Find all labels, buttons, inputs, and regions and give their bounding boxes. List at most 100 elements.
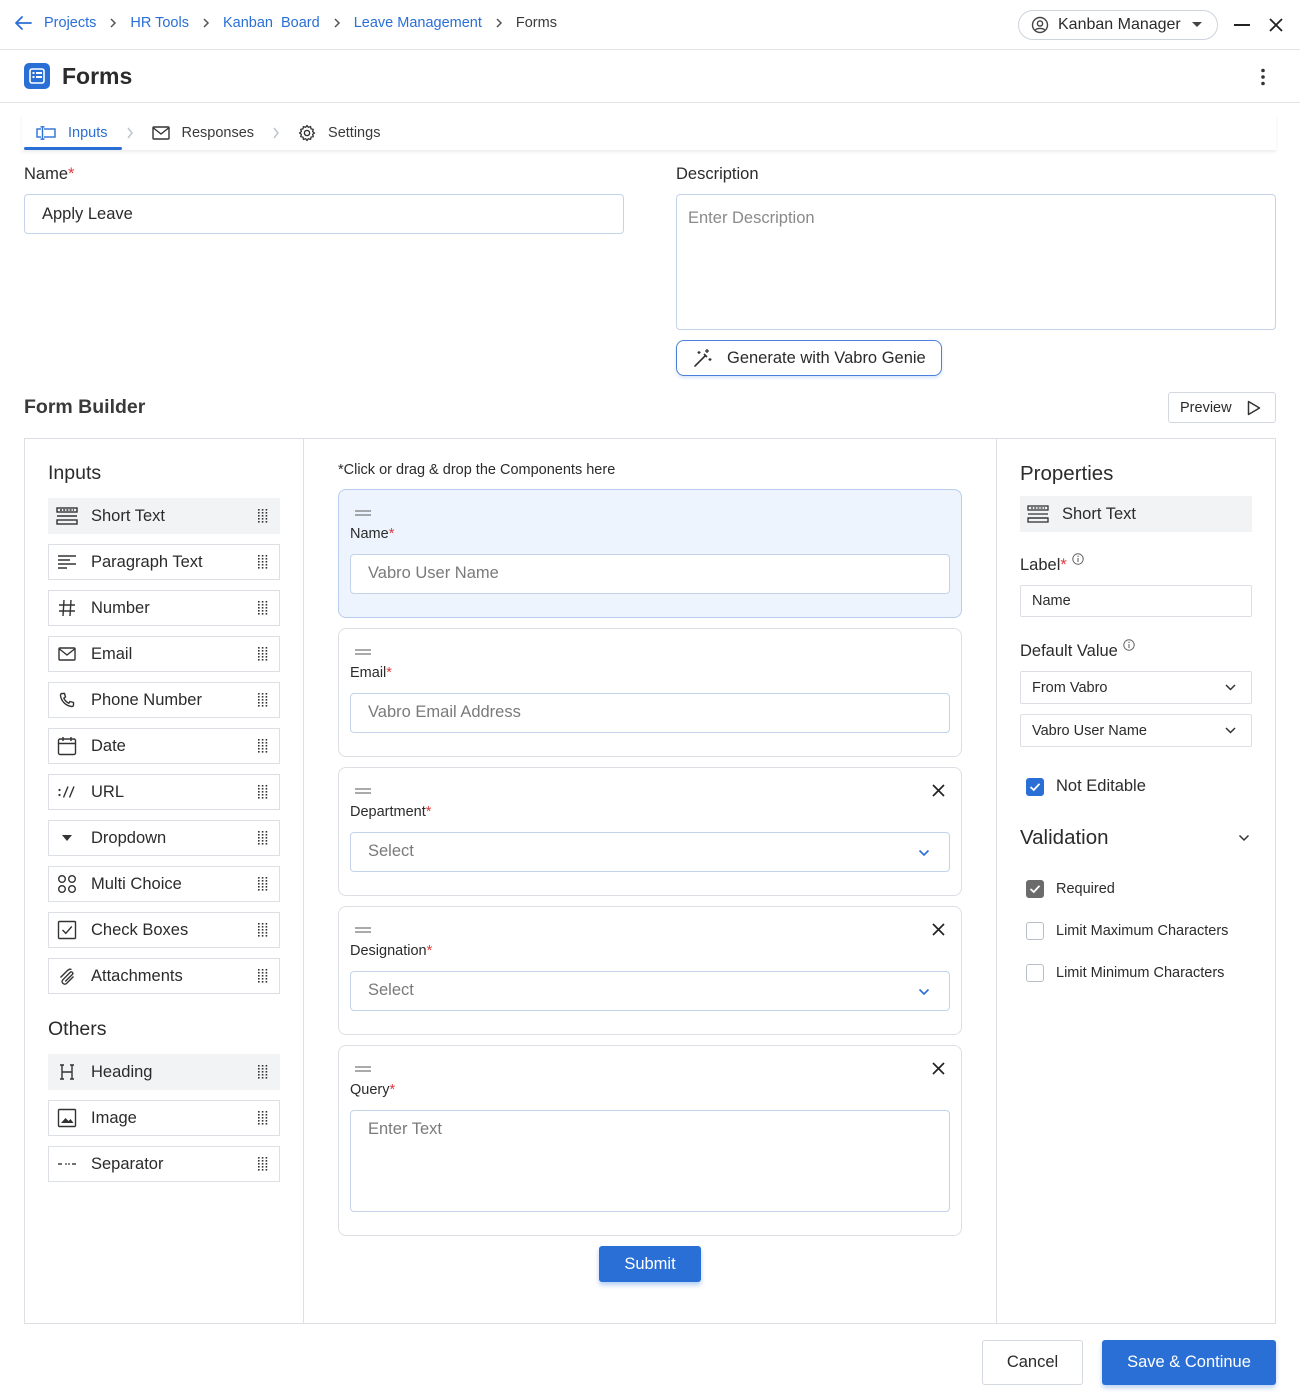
component-separator[interactable]: Separator — [48, 1146, 280, 1182]
required-checkbox[interactable]: Required — [1026, 880, 1115, 898]
field-card-query[interactable]: Query* Enter Text — [338, 1045, 962, 1236]
drag-handle-icon[interactable] — [355, 649, 371, 655]
drag-grip-icon[interactable] — [258, 1065, 268, 1079]
info-icon[interactable] — [1123, 639, 1135, 651]
magic-wand-icon — [693, 348, 713, 368]
component-image[interactable]: Image — [48, 1100, 280, 1136]
save-continue-button[interactable]: Save & Continue — [1102, 1340, 1276, 1385]
component-label: Date — [91, 736, 126, 755]
default-source-select[interactable]: From Vabro — [1020, 671, 1252, 704]
tab-settings[interactable]: Settings — [284, 115, 394, 150]
limit-max-checkbox[interactable]: Limit Maximum Characters — [1026, 922, 1228, 940]
field-input[interactable]: Vabro User Name — [350, 554, 950, 594]
field-card-department[interactable]: Department* Select — [338, 767, 962, 896]
breadcrumb-leave-management[interactable]: Leave Management — [354, 15, 482, 31]
component-number[interactable]: Number — [48, 590, 280, 626]
component-label: Paragraph Text — [91, 552, 203, 571]
back-arrow-icon[interactable] — [14, 15, 32, 31]
component-short-text[interactable]: Short Text — [48, 498, 280, 534]
drag-grip-icon[interactable] — [258, 969, 268, 983]
required-label: Required — [1056, 881, 1115, 897]
component-paragraph-text[interactable]: Paragraph Text — [48, 544, 280, 580]
field-textarea[interactable]: Enter Text — [350, 1110, 950, 1212]
component-label: Number — [91, 598, 150, 617]
component-multi-choice[interactable]: Multi Choice — [48, 866, 280, 902]
user-circle-icon — [1031, 16, 1049, 34]
field-select[interactable]: Select — [350, 832, 950, 872]
selected-component-label: Short Text — [1062, 504, 1136, 523]
chevron-down-icon[interactable] — [1238, 834, 1250, 842]
drag-handle-icon[interactable] — [355, 788, 371, 794]
user-menu[interactable]: Kanban Manager — [1018, 10, 1218, 40]
remove-field-icon[interactable] — [932, 784, 945, 797]
drag-handle-icon[interactable] — [355, 927, 371, 933]
component-label: Email — [91, 644, 133, 663]
inputs-heading: Inputs — [48, 462, 102, 484]
drag-grip-icon[interactable] — [258, 647, 268, 661]
breadcrumb-kanban-board[interactable]: Kanban Board — [223, 15, 320, 31]
minimize-icon[interactable] — [1234, 24, 1250, 27]
field-card-email[interactable]: Email* Vabro Email Address — [338, 628, 962, 757]
info-icon[interactable] — [1072, 553, 1084, 565]
breadcrumb-hr-tools[interactable]: HR Tools — [130, 15, 189, 31]
more-vertical-icon[interactable] — [1260, 68, 1266, 86]
cancel-button[interactable]: Cancel — [982, 1340, 1083, 1385]
drag-grip-icon[interactable] — [258, 785, 268, 799]
chevron-down-icon — [1225, 727, 1236, 734]
chevron-right-icon — [109, 17, 117, 29]
forms-app-icon — [24, 63, 50, 89]
mail-icon — [151, 125, 170, 140]
field-placeholder: Enter Text — [368, 1120, 442, 1138]
component-heading[interactable]: Heading — [48, 1054, 280, 1090]
default-value-label: Default Value — [1020, 642, 1118, 660]
breadcrumb: Projects HR Tools Kanban Board Leave Man… — [14, 15, 557, 31]
drag-grip-icon[interactable] — [258, 877, 268, 891]
component-dropdown[interactable]: Dropdown — [48, 820, 280, 856]
generate-genie-button[interactable]: Generate with Vabro Genie — [676, 340, 942, 376]
drag-grip-icon[interactable] — [258, 509, 268, 523]
component-url[interactable]: URL — [48, 774, 280, 810]
drag-handle-icon[interactable] — [355, 510, 371, 516]
form-name-input[interactable]: Apply Leave — [24, 194, 624, 234]
field-card-name[interactable]: Name* Vabro User Name — [338, 489, 962, 618]
component-label: Check Boxes — [91, 920, 189, 939]
limit-min-checkbox[interactable]: Limit Minimum Characters — [1026, 964, 1224, 982]
remove-field-icon[interactable] — [932, 1062, 945, 1075]
component-email[interactable]: Email — [48, 636, 280, 672]
not-editable-checkbox[interactable]: Not Editable — [1026, 777, 1146, 796]
component-phone-number[interactable]: Phone Number — [48, 682, 280, 718]
drag-grip-icon[interactable] — [258, 739, 268, 753]
chevron-down-icon — [918, 988, 930, 996]
component-attachments[interactable]: Attachments — [48, 958, 280, 994]
drag-grip-icon[interactable] — [258, 555, 268, 569]
field-label: Email* — [350, 665, 392, 681]
drag-grip-icon[interactable] — [258, 601, 268, 615]
preview-button[interactable]: Preview — [1168, 392, 1276, 423]
not-editable-label: Not Editable — [1056, 777, 1146, 795]
field-input[interactable]: Vabro Email Address — [350, 693, 950, 733]
tab-responses[interactable]: Responses — [138, 115, 269, 150]
component-check-boxes[interactable]: Check Boxes — [48, 912, 280, 948]
drag-grip-icon[interactable] — [258, 1111, 268, 1125]
tab-inputs[interactable]: Inputs — [22, 115, 122, 150]
default-field-value: Vabro User Name — [1032, 723, 1147, 739]
label-input[interactable]: Name — [1020, 585, 1252, 617]
field-select[interactable]: Select — [350, 971, 950, 1011]
validation-heading: Validation — [1020, 826, 1109, 849]
drag-grip-icon[interactable] — [258, 923, 268, 937]
submit-button[interactable]: Submit — [599, 1246, 701, 1282]
component-date[interactable]: Date — [48, 728, 280, 764]
field-card-designation[interactable]: Designation* Select — [338, 906, 962, 1035]
drag-grip-icon[interactable] — [258, 693, 268, 707]
drag-grip-icon[interactable] — [258, 831, 268, 845]
close-icon[interactable] — [1269, 18, 1283, 32]
breadcrumb-projects[interactable]: Projects — [44, 15, 96, 31]
remove-field-icon[interactable] — [932, 923, 945, 936]
dropdown-icon — [56, 827, 78, 849]
description-textarea[interactable]: Enter Description — [676, 194, 1276, 330]
field-placeholder: Vabro User Name — [368, 564, 499, 582]
drag-handle-icon[interactable] — [355, 1066, 371, 1072]
drag-grip-icon[interactable] — [258, 1157, 268, 1171]
default-field-select[interactable]: Vabro User Name — [1020, 714, 1252, 747]
field-placeholder: Vabro Email Address — [368, 703, 521, 721]
